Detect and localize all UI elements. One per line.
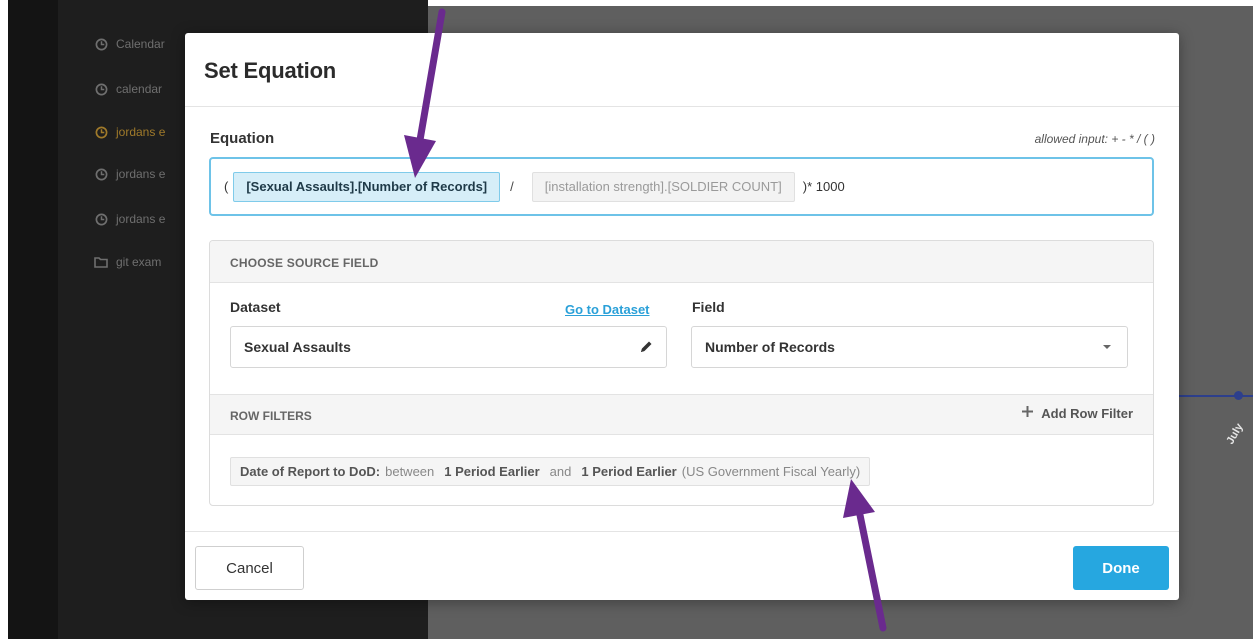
row-filters-header: ROW FILTERS xyxy=(230,409,312,423)
chart-data-point xyxy=(1234,391,1243,400)
sidebar-item-label: jordans e xyxy=(116,167,166,181)
dialog-title: Set Equation xyxy=(204,58,337,83)
equation-input[interactable]: ( [Sexual Assaults].[Number of Records] … xyxy=(209,157,1154,216)
app-main-topbar xyxy=(428,0,1253,6)
app-rail xyxy=(8,0,58,639)
equation-allowed-input-hint: allowed input: + - * / ( ) xyxy=(1034,132,1155,146)
equation-open-paren: ( xyxy=(224,179,229,194)
choose-source-field-header: CHOOSE SOURCE FIELD xyxy=(210,241,1153,283)
dataset-value: Sexual Assaults xyxy=(244,339,351,355)
folder-icon xyxy=(94,255,108,269)
plus-icon xyxy=(1021,405,1034,421)
clock-icon xyxy=(94,212,108,226)
sidebar-item-label: Calendar xyxy=(116,37,165,51)
clock-icon xyxy=(94,37,108,51)
add-row-filter-label: Add Row Filter xyxy=(1041,405,1133,421)
dataset-select[interactable]: Sexual Assaults xyxy=(230,326,667,368)
clock-icon xyxy=(94,125,108,139)
row-filter-chip[interactable]: Date of Report to DoD: between 1 Period … xyxy=(230,457,871,486)
background-edge xyxy=(0,0,8,639)
source-field-panel: CHOOSE SOURCE FIELD Dataset Go to Datase… xyxy=(209,240,1154,506)
equation-suffix: )* 1000 xyxy=(802,179,845,194)
cancel-button[interactable]: Cancel xyxy=(195,546,304,590)
sidebar-item-label: calendar xyxy=(116,82,163,96)
go-to-dataset-link[interactable]: Go to Dataset xyxy=(565,302,650,317)
done-button[interactable]: Done xyxy=(1073,546,1169,590)
clock-icon xyxy=(94,82,108,96)
set-equation-dialog: Set Equation Equation allowed input: + -… xyxy=(185,33,1179,600)
field-value: Number of Records xyxy=(705,339,835,355)
equation-token-selected[interactable]: [Sexual Assaults].[Number of Records] xyxy=(233,171,501,202)
sidebar-item-label: jordans e xyxy=(116,212,166,226)
pencil-icon[interactable] xyxy=(638,339,654,355)
field-select[interactable]: Number of Records xyxy=(691,326,1128,368)
sidebar-item-label: git exam xyxy=(116,255,162,269)
filter-from-value: 1 Period Earlier xyxy=(444,464,540,479)
equation-token[interactable]: [installation strength].[SOLDIER COUNT] xyxy=(531,171,795,202)
caret-down-icon xyxy=(1099,339,1115,355)
filter-calendar-type: (US Government Fiscal Yearly) xyxy=(681,464,861,479)
equation-operator: / xyxy=(510,179,514,194)
row-filters-bar: ROW FILTERS Add Row Filter xyxy=(210,394,1153,435)
filter-word-between: between xyxy=(385,464,435,479)
dataset-label: Dataset xyxy=(230,299,281,315)
sidebar-item-label: jordans e xyxy=(116,125,166,139)
add-row-filter-button[interactable]: Add Row Filter xyxy=(1021,405,1133,421)
equation-label: Equation xyxy=(210,130,275,147)
dialog-footer: Cancel Done xyxy=(185,531,1179,600)
field-label: Field xyxy=(692,299,725,315)
filter-field-name: Date of Report to DoD: xyxy=(240,464,381,479)
clock-icon xyxy=(94,167,108,181)
filter-word-and: and xyxy=(549,464,572,479)
filter-to-value: 1 Period Earlier xyxy=(581,464,677,479)
dialog-header: Set Equation xyxy=(185,33,1179,107)
